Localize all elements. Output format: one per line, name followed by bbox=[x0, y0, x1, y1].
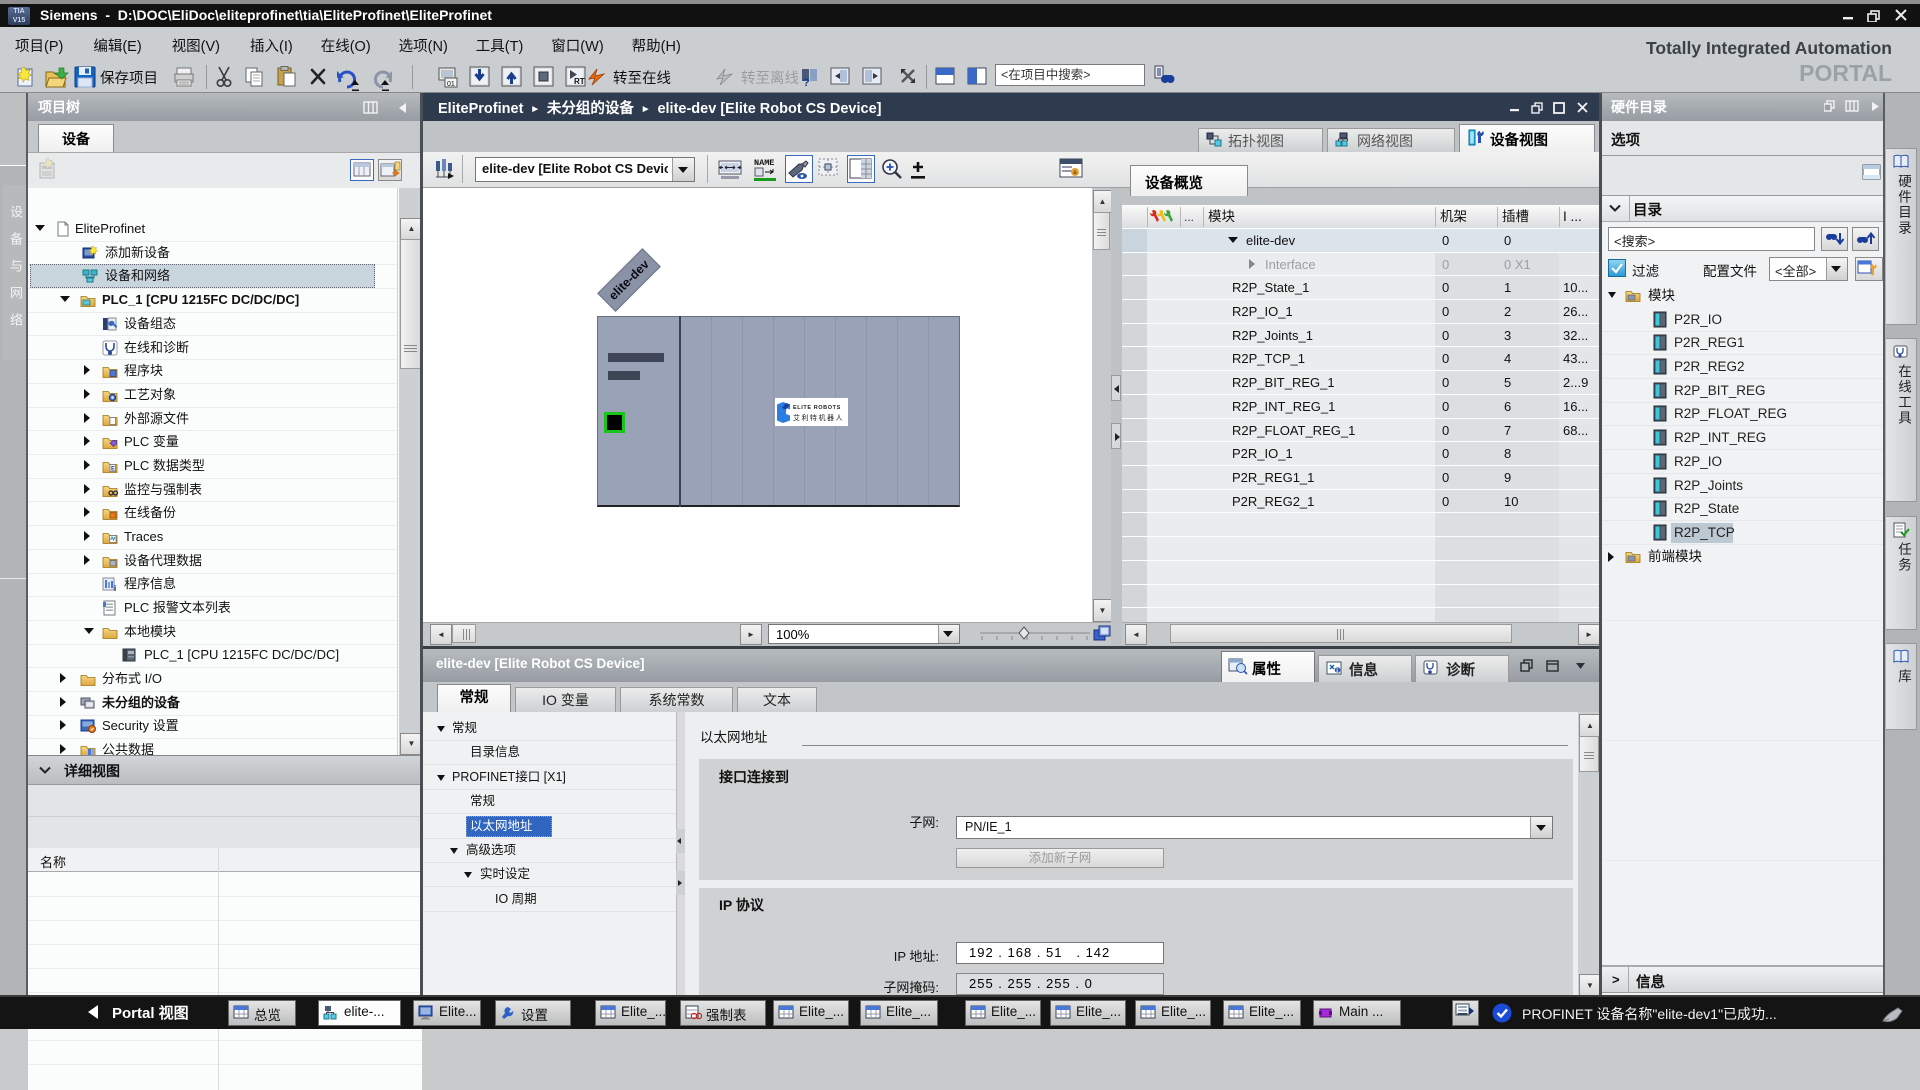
svg-text:i: i bbox=[1336, 667, 1338, 674]
svg-text:NAME: NAME bbox=[754, 158, 774, 168]
svg-text:E: E bbox=[111, 467, 115, 473]
svg-text:艾利特机器人: 艾利特机器人 bbox=[793, 413, 844, 422]
svg-text:01: 01 bbox=[447, 81, 455, 88]
svg-text:ELITE ROBOTS: ELITE ROBOTS bbox=[793, 405, 841, 411]
svg-text:i: i bbox=[114, 584, 116, 592]
svg-text:RT: RT bbox=[574, 77, 585, 86]
svg-text:?: ? bbox=[803, 77, 810, 89]
